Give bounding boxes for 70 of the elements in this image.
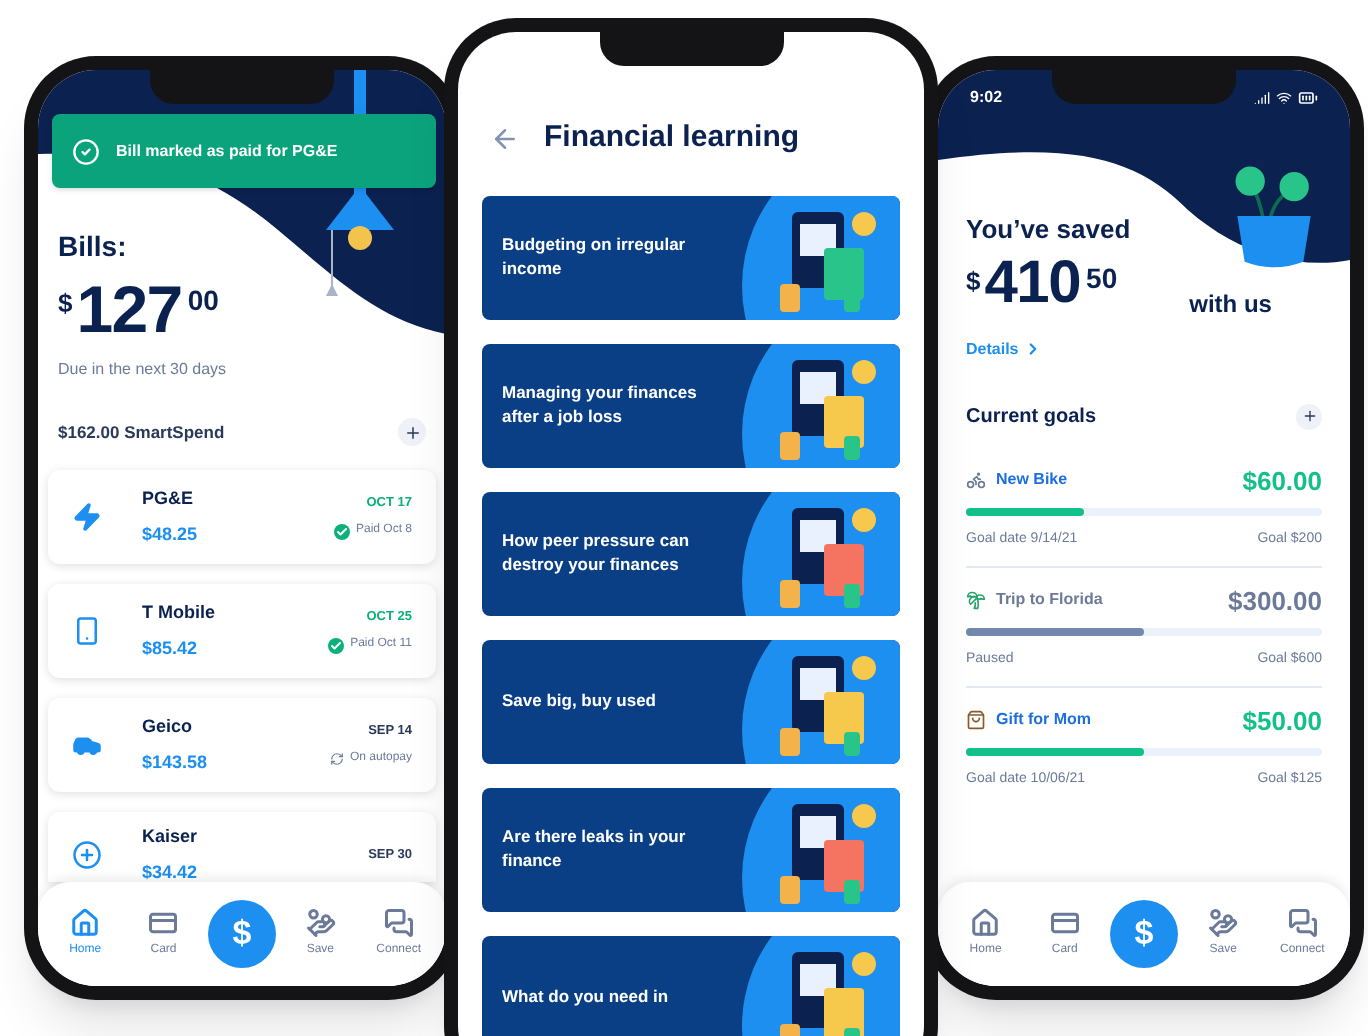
savings-suffix: with us (1189, 287, 1272, 321)
goal-saved: $60.00 (1242, 463, 1322, 499)
screen-title: Financial learning (544, 118, 800, 158)
amount-cents: 00 (187, 282, 219, 320)
back-button[interactable] (490, 123, 520, 154)
check-icon (328, 637, 345, 654)
lesson-title: How peer pressure can destroy your finances (500, 530, 692, 576)
amount-cents: 50 (1086, 259, 1118, 297)
sync-icon (329, 752, 344, 767)
bill-amount: $143.58 (142, 749, 208, 775)
currency-sign: $ (58, 286, 73, 322)
bill-amount: $48.25 (142, 521, 198, 547)
status-time: 9:02 (970, 86, 1003, 110)
coin-hand-icon (1208, 908, 1239, 938)
bill-name: PG&E (142, 486, 196, 512)
pay-button[interactable]: $ (207, 900, 276, 968)
signal-icon (1254, 90, 1270, 106)
goals-title: Current goals (966, 403, 1097, 431)
goal-saved: $50.00 (1242, 703, 1322, 739)
palm-tree-icon (966, 590, 986, 611)
toast-message: Bill marked as paid for PG&E (116, 139, 338, 163)
bill-amount: $85.42 (142, 635, 200, 661)
bills-title: Bills: (58, 228, 129, 266)
goal-saved: $300.00 (1228, 583, 1322, 619)
plus-circle-icon (72, 840, 102, 870)
lesson-title: Budgeting on irregular income (500, 234, 688, 280)
lesson-card[interactable]: Are there leaks in your finance (482, 787, 900, 911)
bill-name: T Mobile (142, 600, 215, 626)
lesson-card[interactable]: Budgeting on irregular income (482, 195, 900, 319)
lightning-icon (72, 502, 102, 532)
chat-icon (383, 908, 414, 938)
plus-icon (403, 423, 421, 441)
wifi-icon (1276, 90, 1292, 106)
lesson-title: What do you need in (500, 985, 671, 1009)
lesson-card[interactable]: Save big, buy used (482, 639, 900, 763)
goal-name: Gift for Mom (996, 708, 1092, 733)
home-icon (970, 908, 1001, 938)
battery-icon (1298, 88, 1318, 108)
home-icon (70, 908, 101, 938)
bike-icon (966, 470, 986, 491)
lesson-title: Save big, buy used (500, 689, 658, 713)
amount-whole: 410 (984, 253, 1081, 313)
amount-whole: 127 (76, 276, 182, 342)
goal-name: New Bike (996, 468, 1068, 493)
card-icon (1049, 908, 1080, 938)
check-circle-icon (72, 137, 100, 165)
smartspend-label: $162.00 SmartSpend (58, 419, 225, 445)
savings-title: You’ve saved (966, 212, 1133, 248)
bill-name: Kaiser (142, 824, 198, 850)
due-note: Due in the next 30 days (58, 358, 229, 382)
pay-button[interactable]: $ (1109, 900, 1178, 968)
lesson-title: Managing your finances after a job loss (500, 382, 699, 428)
coin-hand-icon (305, 908, 336, 938)
lesson-title: Are there leaks in your finance (500, 826, 688, 872)
goal-name: Trip to Florida (996, 588, 1103, 613)
card-icon (148, 908, 179, 938)
currency-sign: $ (966, 263, 981, 299)
lesson-card[interactable]: What do you need in (482, 935, 900, 1036)
bag-icon (966, 710, 986, 731)
phone-icon (72, 616, 102, 646)
chat-icon (1287, 908, 1318, 938)
add-button[interactable] (1296, 403, 1322, 429)
lesson-card[interactable]: Managing your finances after a job loss (482, 343, 900, 467)
lesson-card[interactable]: How peer pressure can destroy your finances (482, 491, 900, 615)
bill-name: Geico (142, 714, 195, 740)
plus-icon (1301, 408, 1317, 424)
add-button[interactable] (398, 418, 426, 446)
details-link[interactable]: Details (966, 337, 1322, 361)
bill-amount: $34.42 (142, 859, 198, 885)
check-icon (333, 523, 350, 540)
